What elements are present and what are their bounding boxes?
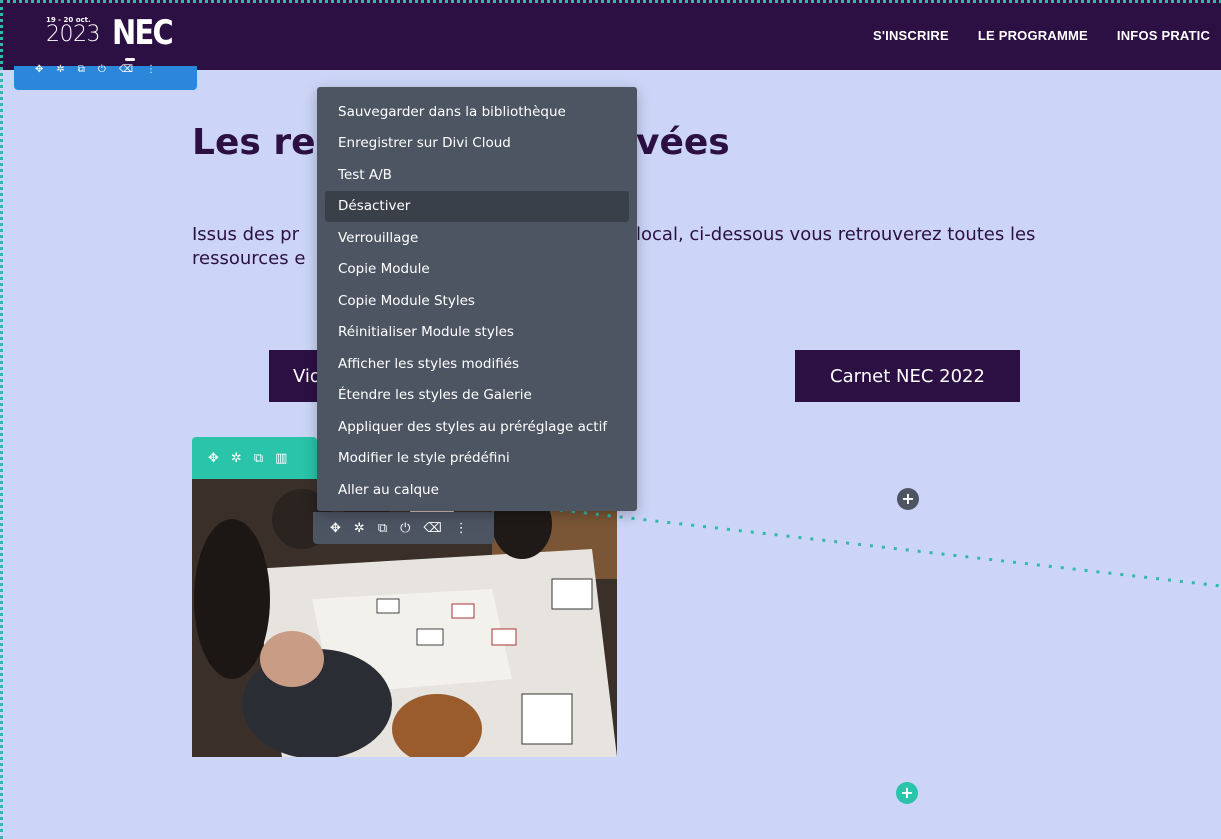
columns-icon[interactable]: ▥ — [275, 451, 287, 466]
menu-item-reset-module-styles[interactable]: Réinitialiser Module styles — [325, 317, 629, 349]
intro-text-line2: ressources e — [192, 248, 306, 269]
intro-text-line1-continued: local, ci-dessous vous retrouverez toute… — [636, 224, 1036, 245]
gear-icon[interactable]: ✲ — [231, 451, 242, 466]
module-toolbar: ✥ ✲ ⧉ ▥ — [192, 437, 317, 479]
carnet-nec-button[interactable]: Carnet NEC 2022 — [795, 350, 1020, 402]
nav-inscrire[interactable]: S'INSCRIRE — [873, 28, 949, 43]
menu-item-save-divi-cloud[interactable]: Enregistrer sur Divi Cloud — [325, 128, 629, 160]
video-button[interactable]: Vid — [269, 350, 317, 402]
menu-item-edit-preset-style[interactable]: Modifier le style prédéfini — [325, 443, 629, 475]
logo-underline — [125, 58, 135, 61]
menu-item-apply-preset-styles[interactable]: Appliquer des styles au préréglage actif — [325, 411, 629, 443]
move-icon[interactable]: ✥ — [35, 65, 43, 75]
menu-item-copy-module[interactable]: Copie Module — [325, 254, 629, 286]
move-icon[interactable]: ✥ — [330, 521, 341, 536]
menu-item-ab-test[interactable]: Test A/B — [325, 159, 629, 191]
menu-item-lock[interactable]: Verrouillage — [325, 222, 629, 254]
section-toolbar: ✥ ✲ ⧉ ⏻ ⌫ ⋮ — [14, 65, 197, 90]
power-icon[interactable]: ⏻ — [400, 521, 410, 536]
menu-item-save-library[interactable]: Sauvegarder dans la bibliothèque — [325, 96, 629, 128]
add-module-button[interactable]: + — [897, 488, 919, 510]
logo-year: 2023 — [46, 22, 101, 47]
more-icon[interactable]: ⋮ — [455, 521, 468, 536]
power-icon[interactable]: ⏻ — [98, 65, 106, 75]
site-header: 19 - 20 oct. 2023 NEC S'INSCRIRE LE PROG… — [0, 0, 1221, 70]
add-row-button[interactable]: + — [896, 782, 918, 804]
duplicate-icon[interactable]: ⧉ — [78, 65, 85, 75]
move-icon[interactable]: ✥ — [208, 451, 219, 466]
trash-icon[interactable]: ⌫ — [119, 65, 133, 75]
gear-icon[interactable]: ✲ — [56, 65, 64, 75]
nav-programme[interactable]: LE PROGRAMME — [978, 28, 1088, 43]
page-title-continued: vées — [636, 122, 730, 163]
duplicate-icon[interactable]: ⧉ — [254, 451, 263, 466]
menu-item-disable[interactable]: Désactiver — [325, 190, 629, 222]
main-nav: S'INSCRIRE LE PROGRAMME INFOS PRATIC — [873, 28, 1210, 43]
intro-text-line1: Issus des pr — [192, 224, 299, 245]
duplicate-icon[interactable]: ⧉ — [378, 521, 387, 536]
menu-item-go-to-layer[interactable]: Aller au calque — [325, 474, 629, 506]
nav-infos-pratiques[interactable]: INFOS PRATIC — [1117, 28, 1210, 43]
trash-icon[interactable]: ⌫ — [423, 521, 441, 536]
row-toolbar: ✥ ✲ ⧉ ⏻ ⌫ ⋮ — [313, 512, 494, 544]
more-icon[interactable]: ⋮ — [146, 65, 156, 75]
page-title: Les re — [192, 122, 316, 163]
gear-icon[interactable]: ✲ — [354, 521, 365, 536]
logo-brand: NEC — [112, 13, 174, 53]
menu-item-extend-gallery-styles[interactable]: Étendre les styles de Galerie — [325, 380, 629, 412]
context-menu: Sauvegarder dans la bibliothèque Enregis… — [317, 87, 637, 511]
menu-item-show-modified-styles[interactable]: Afficher les styles modifiés — [325, 348, 629, 380]
menu-item-copy-module-styles[interactable]: Copie Module Styles — [325, 285, 629, 317]
